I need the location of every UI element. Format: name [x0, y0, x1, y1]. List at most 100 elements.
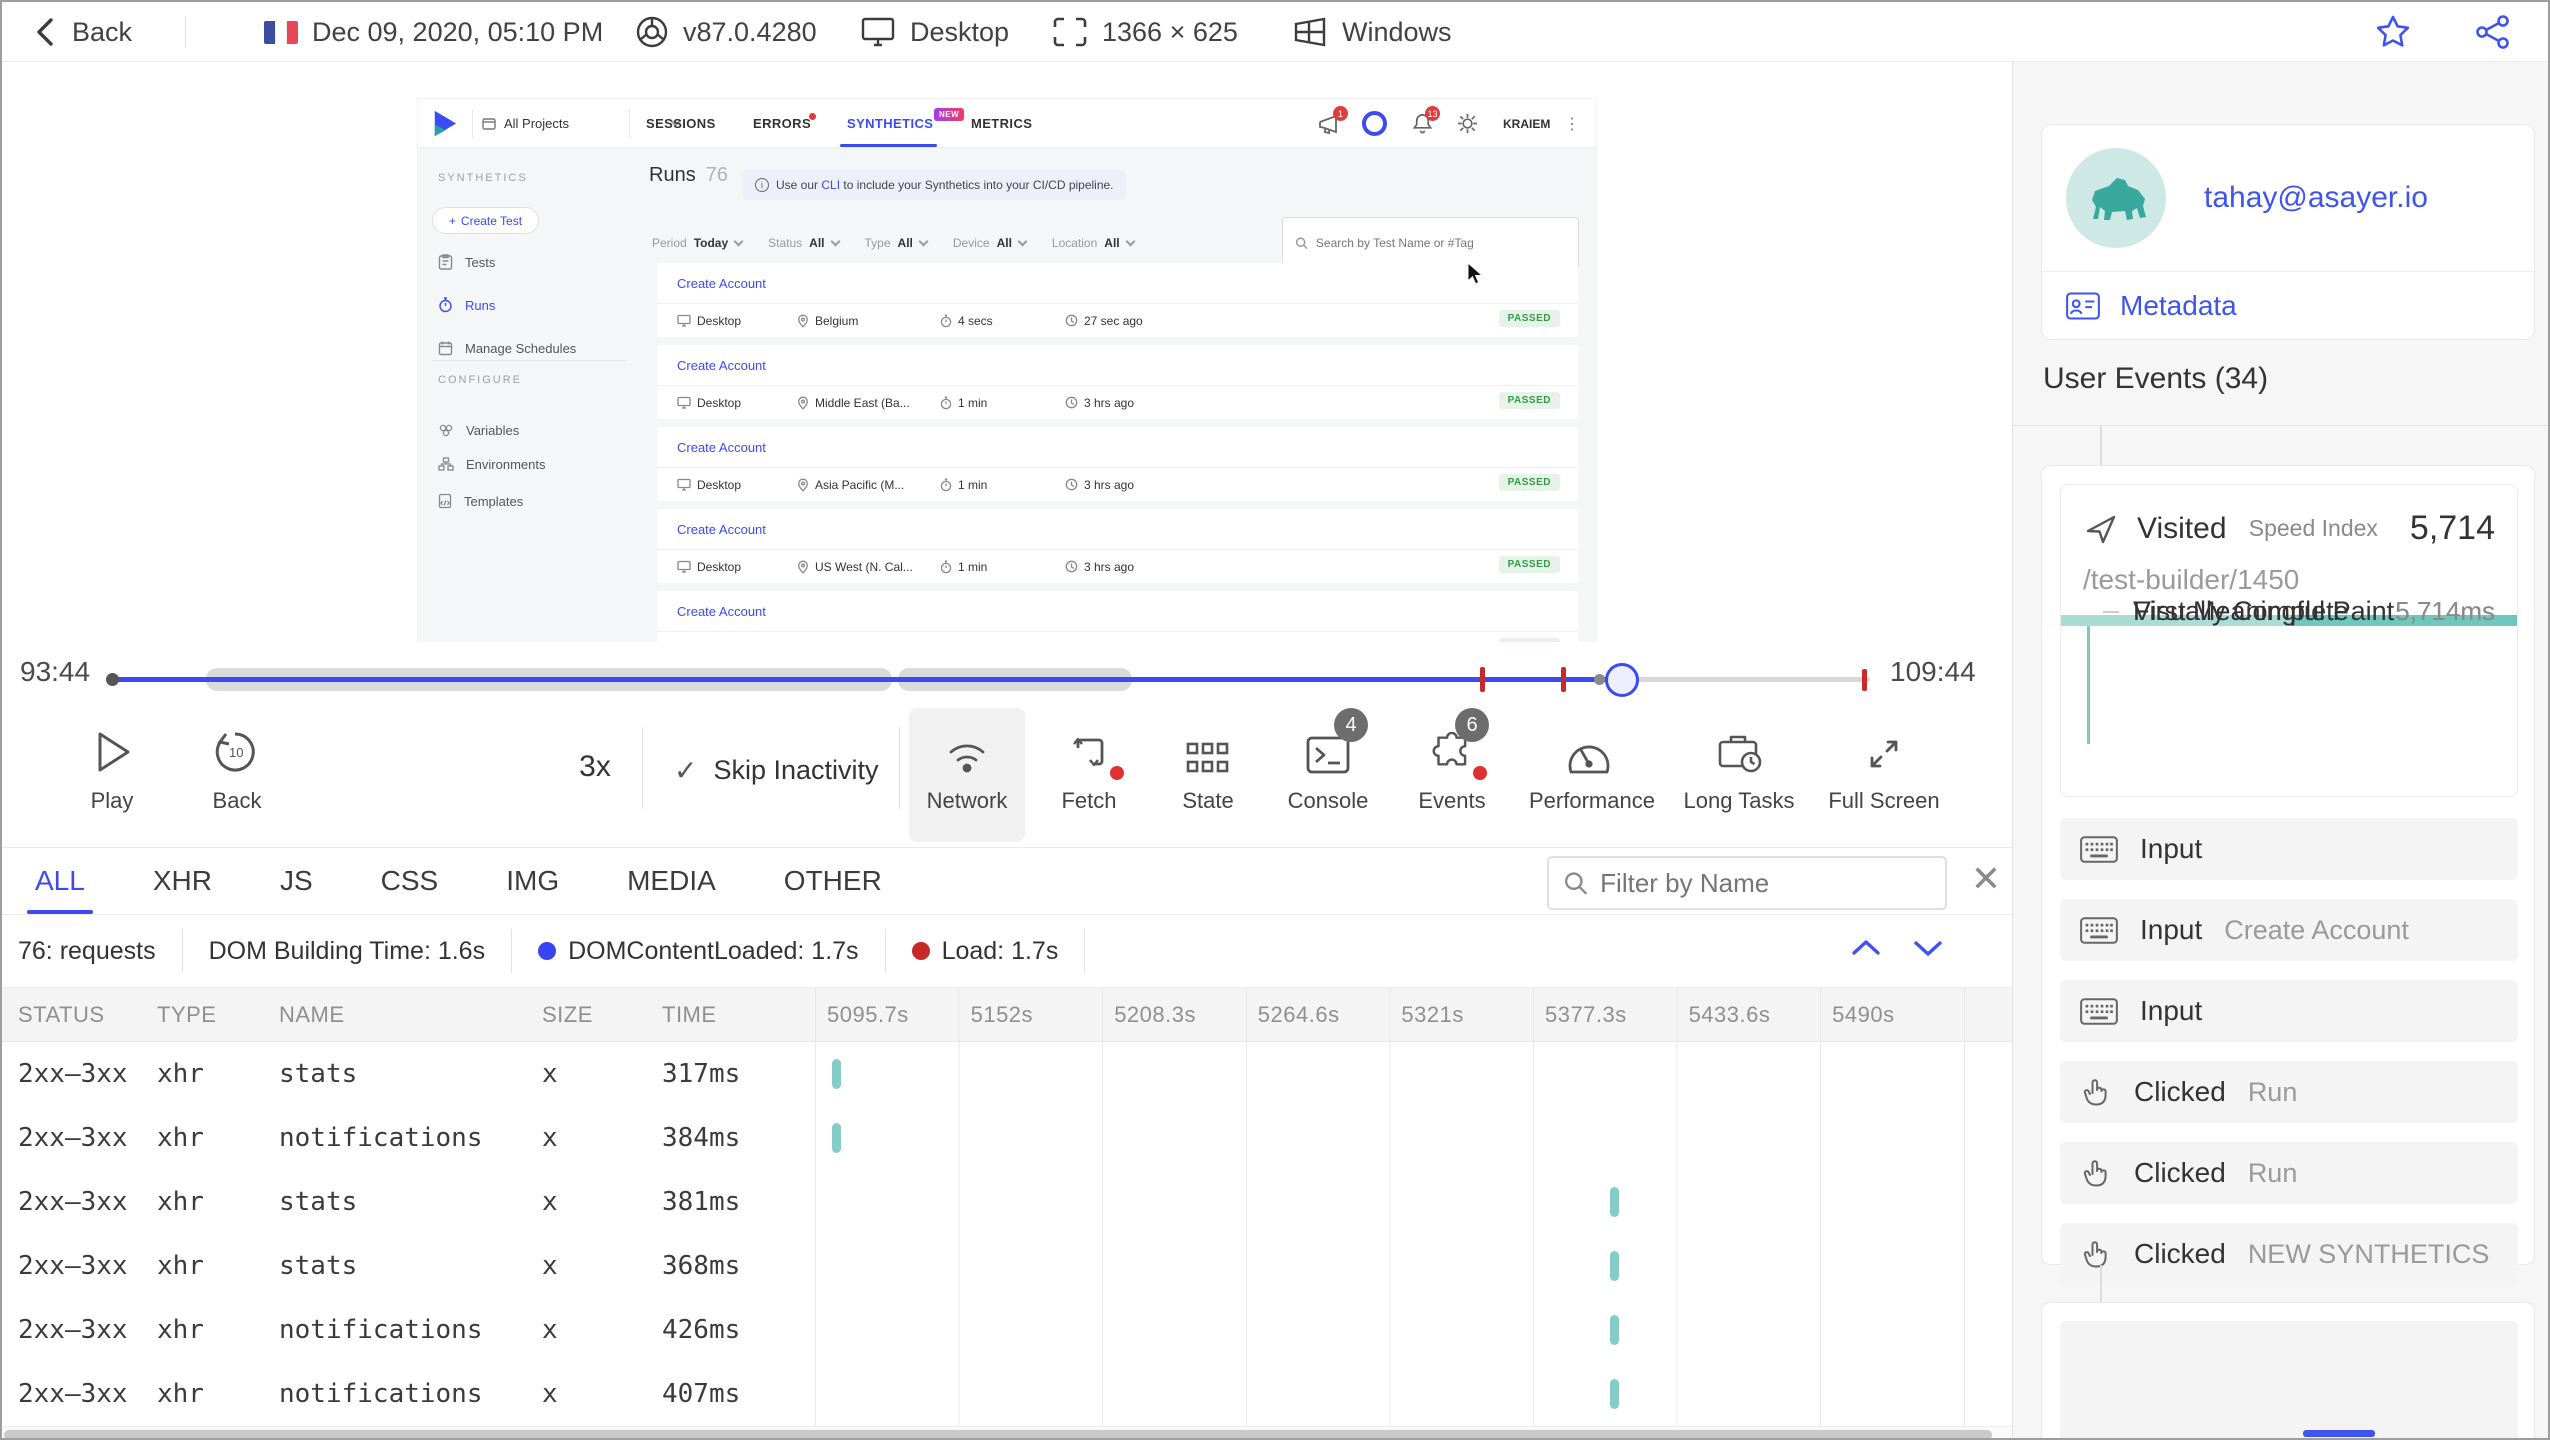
play-button[interactable]: Play [52, 724, 172, 814]
state-panel-button[interactable]: State [1148, 724, 1268, 814]
app-user-menu[interactable]: KRAIEM [1503, 99, 1550, 148]
timeline-scrubber-knob[interactable] [1605, 663, 1639, 697]
filter-dropdown[interactable]: Device All [953, 236, 1028, 250]
scrollbar-thumb[interactable] [4, 1430, 1992, 1438]
horizontal-scrollbar[interactable] [2, 1426, 2012, 1438]
tab-img[interactable]: IMG [506, 848, 559, 914]
sidebar-item-tests[interactable]: Tests [438, 252, 495, 272]
network-request-row[interactable]: 2xx–3xx xhr notifications x 384ms [2, 1106, 2012, 1170]
chrome-icon [635, 15, 669, 49]
hand-pointer-icon [2080, 1076, 2112, 1108]
back-button[interactable]: Back [32, 2, 132, 62]
col-size: SIZE [542, 1001, 593, 1027]
sidebar-item-manage-schedules[interactable]: Manage Schedules [438, 338, 576, 358]
prev-chevron-up-icon[interactable] [1848, 933, 1884, 963]
user-event-item[interactable] [2060, 1321, 2518, 1438]
metadata-button[interactable]: Metadata [2042, 271, 2534, 339]
favorite-star-icon[interactable] [2374, 13, 2412, 51]
test-search-box[interactable] [1282, 217, 1579, 269]
create-test-button[interactable]: + Create Test [432, 207, 539, 234]
speed-toggle[interactable]: 3x [560, 750, 630, 784]
long-tasks-panel-button[interactable]: Long Tasks [1679, 724, 1799, 814]
timeline-error-marker[interactable] [1480, 667, 1485, 692]
app-tab-metrics[interactable]: METRICS [971, 99, 1032, 148]
user-event-item[interactable]: Clicked NEW SYNTHETICS [2060, 1223, 2518, 1285]
back-10s-button[interactable]: 10 Back [177, 724, 297, 814]
share-icon[interactable] [2474, 13, 2512, 51]
sidebar-item-environments[interactable]: Environments [438, 454, 545, 474]
gear-icon[interactable] [1456, 112, 1479, 135]
sidebar-item-variables[interactable]: Variables [438, 420, 519, 440]
run-ago: 3 hrs ago [1084, 395, 1135, 410]
app-tab-sessions[interactable]: SESSIONS [646, 99, 716, 148]
user-event-item[interactable]: Input [2060, 980, 2518, 1042]
tab-css[interactable]: CSS [381, 848, 439, 914]
tab-media[interactable]: MEDIA [627, 848, 716, 914]
user-event-item[interactable]: Input Create Account [2060, 899, 2518, 961]
run-duration: 1 min [958, 559, 988, 574]
console-panel-button[interactable]: Console [1268, 724, 1388, 814]
stopwatch-icon [940, 396, 952, 410]
filter-dropdown[interactable]: Type All [865, 236, 929, 250]
tab-other[interactable]: OTHER [784, 848, 882, 914]
location-pin-icon [797, 478, 809, 492]
sidebar-item-runs[interactable]: Runs [438, 295, 495, 315]
viewport-icon [1052, 15, 1088, 49]
tab-xhr[interactable]: XHR [153, 848, 212, 914]
stopwatch-icon [439, 297, 452, 313]
test-search-input[interactable] [1315, 236, 1566, 250]
stopwatch-icon [940, 478, 952, 492]
run-card-title[interactable]: Create Account [657, 591, 1578, 631]
fetch-panel-button[interactable]: Fetch [1029, 724, 1149, 814]
run-card-title[interactable]: Create Account [657, 509, 1578, 549]
sidebar-scrollbar-thumb[interactable] [2303, 1430, 2375, 1437]
request-time: 381ms [662, 1187, 741, 1217]
run-card[interactable]: Create Account Desktop Middle East (Ba..… [657, 345, 1578, 419]
run-device: Desktop [697, 395, 742, 410]
network-panel-button[interactable]: Network [907, 724, 1027, 814]
timeline-error-marker[interactable] [1561, 667, 1566, 692]
network-request-row[interactable]: 2xx–3xx xhr stats x 317ms [2, 1042, 2012, 1106]
user-event-item[interactable]: Clicked Run [2060, 1142, 2518, 1204]
run-card[interactable]: Create Account Desktop Asia Pacific (M..… [657, 427, 1578, 501]
visited-event-card[interactable]: Visited Speed Index 5,714 /test-builder/… [2060, 484, 2518, 797]
run-card-title[interactable]: Create Account [657, 345, 1578, 385]
event-type: Clicked [2134, 1157, 2226, 1188]
network-request-row[interactable]: 2xx–3xx xhr stats x 381ms [2, 1170, 2012, 1234]
skip-inactivity-toggle[interactable]: ✓ Skip Inactivity [674, 754, 879, 787]
network-request-row[interactable]: 2xx–3xx xhr stats x 368ms [2, 1234, 2012, 1298]
replayed-app-screenshot: All Projects SESSIONS ERRORS SYNTHETICS … [418, 99, 1596, 642]
org-chart-icon [438, 457, 454, 471]
run-card[interactable]: Create Account Desktop Belgium 4 secs 27… [657, 263, 1578, 337]
full-screen-button[interactable]: Full Screen [1824, 724, 1944, 814]
network-request-row[interactable]: 2xx–3xx xhr notifications x 426ms [2, 1298, 2012, 1362]
filter-dropdown[interactable]: Location All [1052, 236, 1136, 250]
run-card-title[interactable]: Create Account [657, 427, 1578, 467]
timeline-error-marker[interactable] [1862, 669, 1867, 691]
request-size: x [542, 1059, 558, 1089]
user-event-item[interactable]: Input [2060, 818, 2518, 880]
user-event-item[interactable]: Clicked Run [2060, 1061, 2518, 1123]
tab-all[interactable]: ALL [27, 848, 93, 914]
tab-js[interactable]: JS [280, 848, 313, 914]
filter-dropdown[interactable]: Status All [768, 236, 840, 250]
events-panel-button[interactable]: Events [1392, 724, 1512, 814]
app-tab-errors[interactable]: ERRORS [753, 99, 811, 148]
close-panel-button[interactable]: ✕ [1964, 858, 2008, 900]
kebab-menu-icon[interactable]: ⋮ [1564, 99, 1580, 148]
performance-panel-button[interactable]: Performance [1529, 724, 1655, 814]
filter-dropdown[interactable]: Period Today [652, 236, 744, 250]
run-card[interactable]: Create Account Desktop Canada (Centra... [657, 591, 1578, 642]
sidebar-item-templates[interactable]: Templates [438, 491, 523, 511]
filter-by-name-box[interactable] [1547, 856, 1947, 910]
run-card[interactable]: Create Account Desktop US West (N. Cal..… [657, 509, 1578, 583]
run-card-title[interactable]: Create Account [657, 263, 1578, 303]
next-chevron-down-icon[interactable] [1910, 933, 1946, 963]
cli-link[interactable]: CLI [821, 178, 840, 192]
app-tab-synthetics[interactable]: SYNTHETICS [847, 99, 933, 148]
user-email-link[interactable]: tahay@asayer.io [2204, 181, 2428, 215]
filter-by-name-input[interactable] [1600, 867, 1931, 899]
request-size: x [542, 1379, 558, 1409]
network-request-row[interactable]: 2xx–3xx xhr notifications x 407ms [2, 1362, 2012, 1426]
event-type: Clicked [2134, 1076, 2226, 1107]
